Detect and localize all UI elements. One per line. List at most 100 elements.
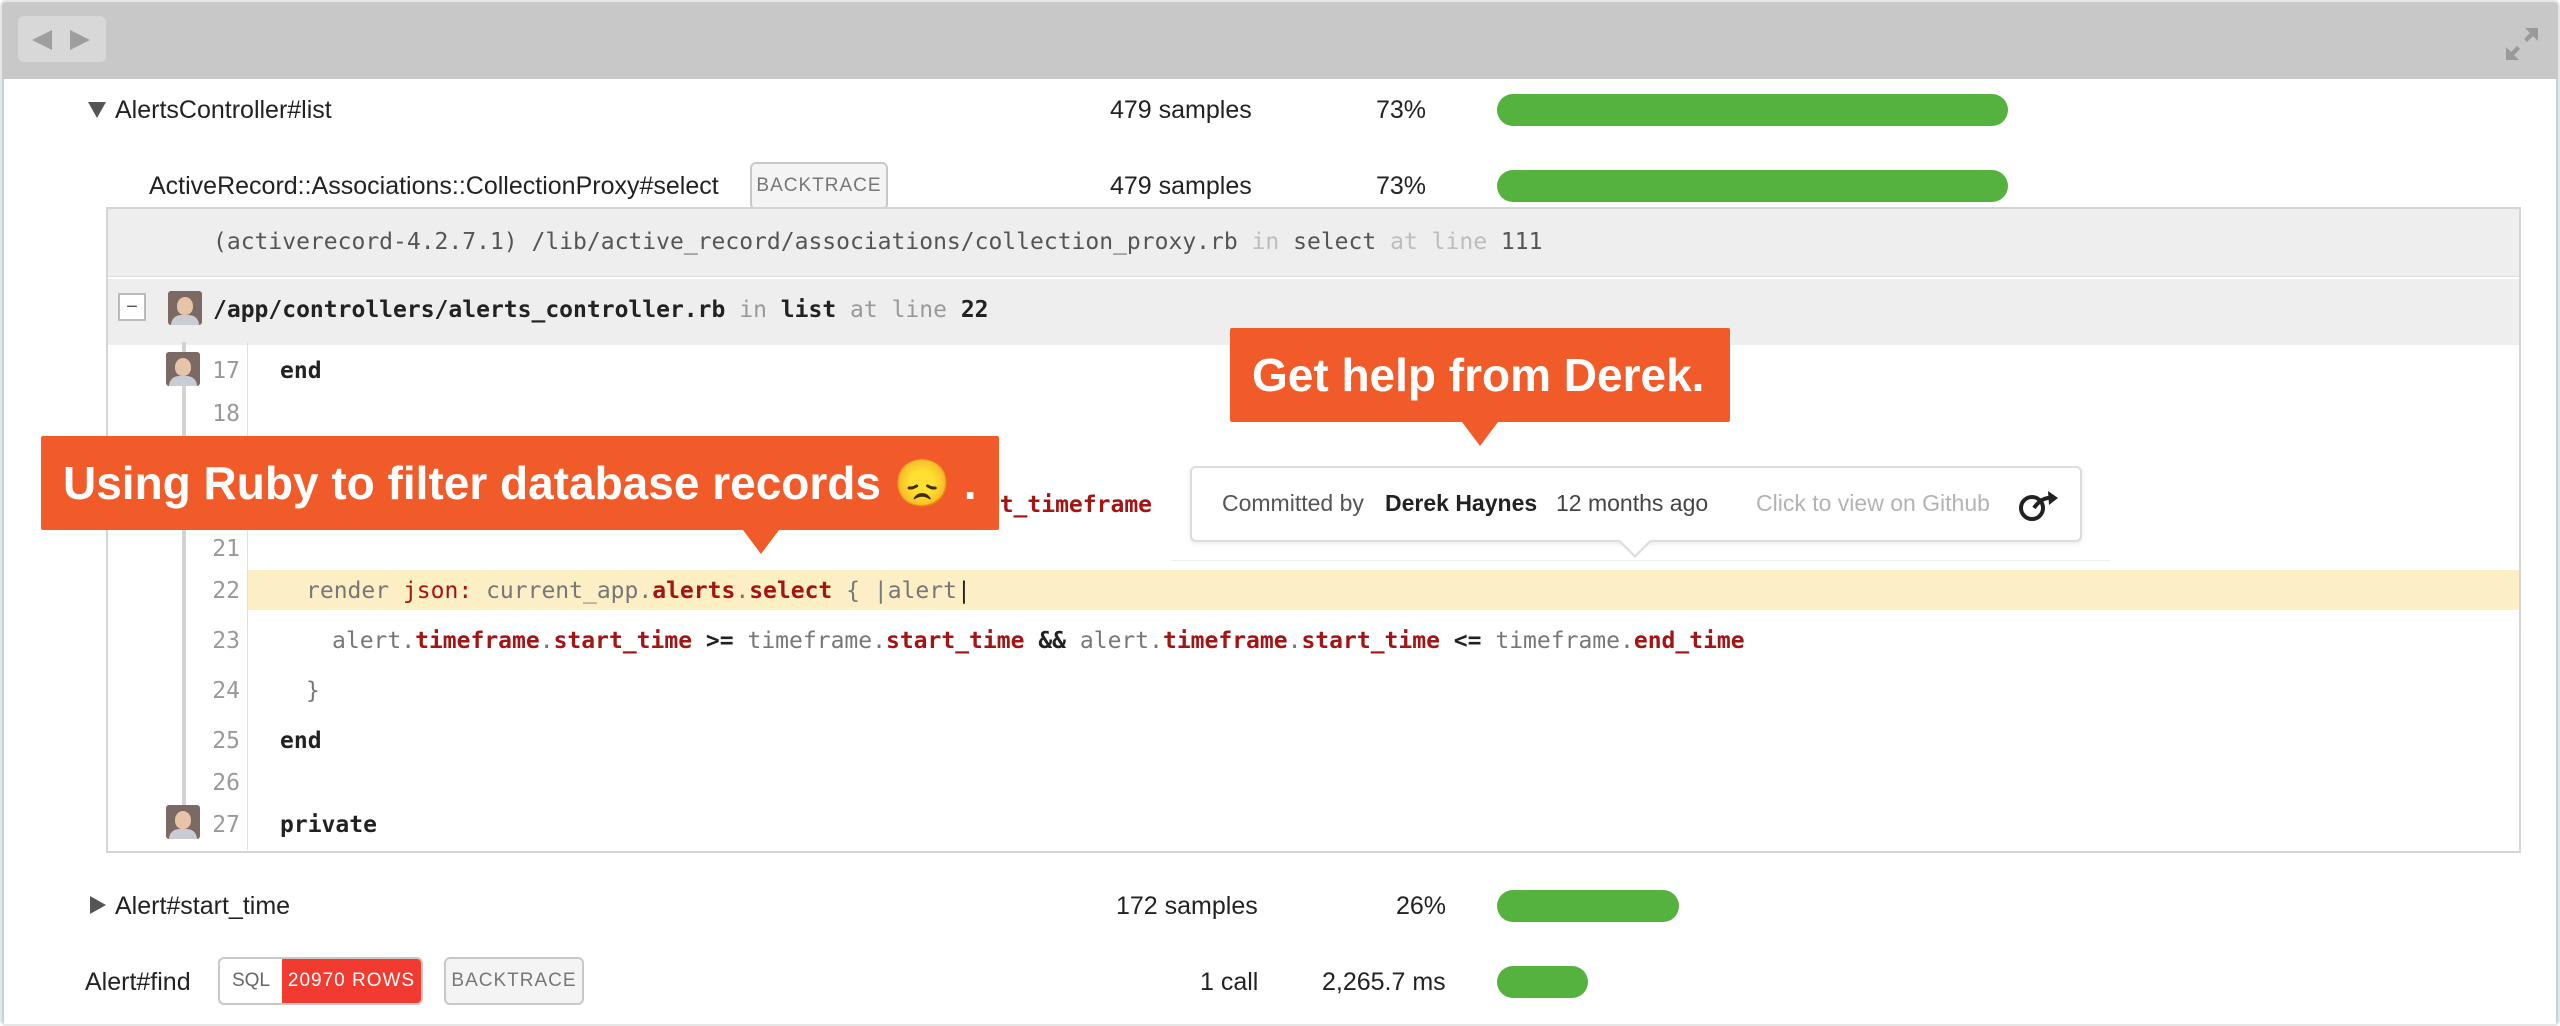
code-token: current_app. <box>486 578 653 604</box>
line-number: 23 <box>212 628 240 654</box>
code-token: timeframe. <box>1495 628 1634 654</box>
code-token: . <box>539 628 554 654</box>
trace-name[interactable]: ActiveRecord::Associations::CollectionPr… <box>149 172 719 201</box>
commit-age: 12 months ago <box>1556 490 1709 516</box>
code-token: json: <box>402 578 473 604</box>
right-border <box>2556 79 2558 1024</box>
progress-bar <box>1497 966 1588 998</box>
sample-percent: 73% <box>1376 172 1427 200</box>
trace-name[interactable]: AlertsController#list <box>115 96 332 125</box>
callout-text: Using Ruby to filter database records 😞 … <box>63 456 977 509</box>
code-token: start_time <box>553 628 693 654</box>
derek-callout: Get help from Derek. <box>1230 328 1730 446</box>
code-token: | <box>956 578 971 604</box>
code-token: alert. <box>1079 628 1163 654</box>
code-token: alert. <box>332 628 416 654</box>
backtrace-button[interactable]: BACKTRACE <box>750 162 888 210</box>
line-number: 25 <box>212 728 240 754</box>
code-token: . <box>735 578 750 604</box>
code-token: end_time <box>1633 628 1745 654</box>
callout-pointer <box>1462 422 1498 446</box>
code-token: . <box>1287 628 1302 654</box>
line-number: 26 <box>212 770 240 796</box>
code-token: start_time <box>1301 628 1440 654</box>
line-number: 22 <box>212 578 240 604</box>
progress-bar <box>1497 170 2008 202</box>
code-token: select <box>749 578 833 604</box>
forward-arrow-icon[interactable] <box>70 30 90 50</box>
method-name: select <box>1293 229 1377 255</box>
sample-count: 479 samples <box>1110 96 1252 124</box>
expand-triangle-icon[interactable] <box>90 896 106 914</box>
file-path[interactable]: /app/controllers/alerts_controller.rb <box>213 297 725 323</box>
expand-icon[interactable] <box>2502 24 2542 64</box>
code-line: } <box>306 678 320 704</box>
code-token: alert <box>887 578 957 604</box>
in-keyword: in <box>739 297 767 323</box>
code-token: && <box>1038 628 1067 654</box>
back-arrow-icon[interactable] <box>32 30 52 50</box>
tooltip-caret-fill <box>1619 539 1651 555</box>
code-token: timeframe <box>415 628 540 654</box>
tooltip-divider <box>1172 560 2110 561</box>
call-count: 1 call <box>1200 968 1259 996</box>
line-number: 18 <box>212 401 240 427</box>
collapse-toggle[interactable]: − <box>118 293 146 321</box>
code-token: timeframe <box>1162 628 1288 654</box>
code-token: alerts <box>652 578 736 604</box>
author-name: Derek Haynes <box>1385 490 1538 516</box>
code-token: >= <box>705 628 734 654</box>
frame-location: (activerecord-4.2.7.1) /lib/active_recor… <box>213 229 1542 255</box>
code-line: end <box>280 728 322 754</box>
line-number: 21 <box>212 536 240 562</box>
backtrace-frame: (activerecord-4.2.7.1) /lib/active_recor… <box>108 209 2519 277</box>
code-line: alert.timeframe.start_time >= timeframe.… <box>332 628 1745 654</box>
code-token: <= <box>1453 628 1482 654</box>
sample-count: 479 samples <box>1110 172 1252 200</box>
code-line: end <box>280 358 322 384</box>
trace-name[interactable]: Alert#start_time <box>115 892 290 921</box>
code-token: timeframe. <box>747 628 886 654</box>
line-number: 24 <box>212 678 240 704</box>
sql-badge[interactable]: SQL 20970 ROWS <box>218 957 423 1005</box>
in-keyword: in <box>1251 229 1280 255</box>
sql-label: SQL <box>231 970 271 991</box>
external-link-icon[interactable] <box>2018 488 2060 524</box>
gutter-separator <box>247 342 248 850</box>
code-line: private <box>280 812 377 838</box>
code-token: start_time <box>885 628 1025 654</box>
code-line: render json: current_app.alerts.select {… <box>306 578 971 604</box>
frame-location: /app/controllers/alerts_controller.rb in… <box>213 297 989 323</box>
at-keyword: at line <box>850 297 947 323</box>
file-path: /lib/active_record/associations/collecti… <box>531 229 1238 255</box>
line-number: 22 <box>960 297 989 323</box>
at-keyword: at <box>1390 229 1418 255</box>
progress-bar <box>1497 94 2008 126</box>
callout-text: Get help from Derek. <box>1252 349 1705 401</box>
committed-by-label: Committed by <box>1222 490 1364 516</box>
avatar[interactable] <box>168 291 202 325</box>
github-link[interactable]: Click to view on Github <box>1756 490 1990 517</box>
trace-name[interactable]: Alert#find <box>85 968 191 997</box>
code-token: render <box>306 578 390 604</box>
left-border <box>2 79 4 1024</box>
sample-count: 172 samples <box>1116 892 1258 920</box>
sample-percent: 73% <box>1376 96 1427 124</box>
sample-percent: 26% <box>1396 892 1447 920</box>
commit-tooltip[interactable]: Committed by Derek Haynes 12 months ago … <box>1190 466 2082 558</box>
progress-bar <box>1497 890 1679 922</box>
line-number: 111 <box>1500 229 1543 255</box>
code-token: { | <box>846 578 888 604</box>
toolbar <box>2 2 2558 79</box>
rows-count-badge: 20970 ROWS <box>282 959 421 1003</box>
gem-version: (activerecord-4.2.7.1) <box>213 229 518 255</box>
line-keyword: line <box>1431 229 1488 255</box>
nav-buttons <box>18 16 106 62</box>
profiler-window: AlertsController#list 479 samples 73% Ac… <box>0 0 2560 1026</box>
backtrace-button[interactable]: BACKTRACE <box>444 957 584 1005</box>
callout-pointer <box>743 530 779 554</box>
ruby-callout: Using Ruby to filter database records 😞 … <box>41 436 999 554</box>
collapse-triangle-icon[interactable] <box>88 102 106 118</box>
line-number: 27 <box>212 812 240 838</box>
method-name: list <box>780 297 837 323</box>
